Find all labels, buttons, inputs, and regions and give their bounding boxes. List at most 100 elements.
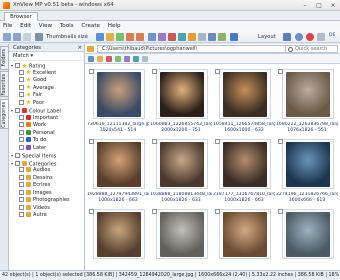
category-checkbox[interactable] — [19, 99, 24, 105]
minimize-button[interactable]: – — [298, 1, 312, 10]
thumbnail-size-label[interactable]: Thumbnails size — [46, 34, 88, 40]
match-dropdown[interactable]: Match ▾ — [9, 52, 84, 61]
category-item[interactable]: ▾ Colour Label — [9, 107, 84, 115]
help-icon[interactable] — [295, 33, 303, 41]
thumbnail-item[interactable] — [276, 206, 338, 276]
menu-help[interactable]: Help — [105, 21, 124, 31]
category-checkbox[interactable] — [19, 114, 24, 120]
thumbnail-item[interactable]: 1058411_1266574858_large.jpg1600x1000 - … — [213, 66, 275, 136]
maximize-button[interactable]: □ — [312, 1, 326, 10]
category-checkbox[interactable] — [19, 182, 24, 187]
thumbnail-item[interactable]: 1680222_1263836798_large.jpg1076x1826 - … — [276, 66, 338, 136]
up-icon[interactable] — [23, 33, 31, 41]
thumbnail-checkbox[interactable] — [89, 69, 94, 74]
quick-search-input[interactable]: Quick search — [285, 45, 338, 53]
category-filter-icon[interactable] — [124, 56, 130, 62]
category-checkbox[interactable] — [15, 63, 20, 69]
share-icon[interactable] — [178, 33, 186, 41]
category-item[interactable]: Work — [9, 122, 84, 130]
refresh-icon[interactable] — [96, 33, 104, 41]
category-item[interactable]: Photographies — [9, 197, 84, 205]
thumbnail-item[interactable] — [150, 206, 212, 276]
map-icon[interactable] — [218, 33, 226, 41]
filter-icon[interactable] — [106, 33, 114, 41]
print-icon[interactable] — [198, 33, 206, 41]
path-input[interactable]: C:\Users\thibaud\Pictures\ogphanwell\ — [97, 45, 297, 53]
menu-icon[interactable] — [317, 33, 325, 41]
category-checkbox[interactable] — [15, 160, 20, 166]
language-indicator[interactable]: DE — [329, 33, 339, 41]
category-checkbox[interactable] — [19, 197, 24, 202]
category-checkbox[interactable] — [19, 84, 24, 90]
tab-categories[interactable]: Categories — [0, 99, 9, 129]
category-item[interactable]: Good — [9, 77, 84, 85]
type-filter-icon[interactable] — [133, 56, 139, 62]
category-item[interactable]: Poor — [9, 99, 84, 108]
category-item[interactable]: Fair — [9, 92, 84, 100]
thumbnail-item[interactable]: 1038888_11808813448_large.jpg1000x1826 -… — [150, 136, 212, 206]
tag-filter-icon[interactable] — [115, 56, 121, 62]
category-item[interactable]: ▾ Rating — [9, 62, 84, 70]
menu-view[interactable]: View — [36, 21, 55, 31]
label-filter-icon[interactable] — [106, 56, 112, 62]
category-item[interactable]: Ecrires — [9, 182, 84, 190]
thumbnail-checkbox[interactable] — [152, 209, 157, 214]
category-checkbox[interactable] — [19, 122, 24, 127]
category-checkbox[interactable] — [19, 77, 24, 82]
category-item[interactable]: Autre — [9, 212, 84, 220]
category-item[interactable]: Later — [9, 144, 84, 153]
thumbnail-checkbox[interactable] — [89, 209, 94, 214]
thumbnail-item[interactable]: 1060883_1226855743_large.jpg2000x1200 - … — [150, 66, 212, 136]
thumbnail-checkbox[interactable] — [278, 209, 283, 214]
thumbnail-checkbox[interactable] — [215, 69, 220, 74]
delete-icon[interactable] — [168, 33, 176, 41]
sort-icon[interactable] — [88, 56, 94, 62]
category-checkbox[interactable] — [19, 212, 24, 217]
category-checkbox[interactable] — [15, 108, 20, 114]
layout-icon[interactable] — [283, 33, 291, 41]
category-checkbox[interactable] — [19, 137, 24, 142]
category-item[interactable]: To do — [9, 137, 84, 145]
thumbnail-checkbox[interactable] — [215, 139, 220, 144]
settings-icon[interactable] — [188, 33, 196, 41]
thumbnail-item[interactable]: 2274196_1231826766_large.jpg1600x666 - 6… — [276, 136, 338, 206]
forward-icon[interactable] — [13, 33, 21, 41]
back-icon[interactable] — [3, 33, 11, 41]
category-item[interactable]: Videos — [9, 204, 84, 213]
menu-file[interactable]: File — [0, 21, 15, 31]
category-item[interactable]: ▾ Categories — [9, 160, 84, 168]
category-item[interactable]: Dessins — [9, 174, 84, 183]
category-checkbox[interactable] — [19, 174, 24, 180]
thumbnail-item[interactable] — [213, 206, 275, 276]
thumbnail-item[interactable] — [87, 206, 149, 276]
tab-folders[interactable]: Folders — [0, 46, 9, 70]
category-checkbox[interactable] — [19, 167, 24, 172]
view-options-icon[interactable] — [142, 56, 148, 62]
scan-icon[interactable] — [208, 33, 216, 41]
category-item[interactable]: Excellent — [9, 69, 84, 78]
category-checkbox[interactable] — [15, 153, 20, 159]
menu-create[interactable]: Create — [78, 21, 103, 31]
menu-tools[interactable]: Tools — [57, 21, 77, 31]
thumbnail-checkbox[interactable] — [278, 139, 283, 144]
category-checkbox[interactable] — [19, 189, 24, 195]
category-checkbox[interactable] — [19, 69, 24, 75]
tab-favorites[interactable]: Favorites — [0, 71, 9, 97]
category-item[interactable]: Important — [9, 114, 84, 123]
category-checkbox[interactable] — [19, 92, 24, 97]
stop-icon[interactable] — [306, 33, 314, 41]
menu-edit[interactable]: Edit — [17, 21, 34, 31]
slideshow-icon[interactable] — [116, 33, 124, 41]
star-filter-icon[interactable] — [97, 56, 103, 62]
thumbnail-checkbox[interactable] — [89, 139, 94, 144]
category-item[interactable]: Audios — [9, 167, 84, 175]
category-checkbox[interactable] — [19, 204, 24, 210]
thumbnail-checkbox[interactable] — [215, 209, 220, 214]
close-panel-icon[interactable]: × — [78, 44, 82, 52]
rotate-left-icon[interactable] — [126, 33, 134, 41]
fullscreen-icon[interactable] — [230, 33, 238, 41]
category-item[interactable]: Personal — [9, 129, 84, 138]
layout-button[interactable]: Layout — [258, 34, 276, 40]
thumbnail-checkbox[interactable] — [278, 69, 283, 74]
view-mode-icon[interactable] — [35, 33, 43, 41]
